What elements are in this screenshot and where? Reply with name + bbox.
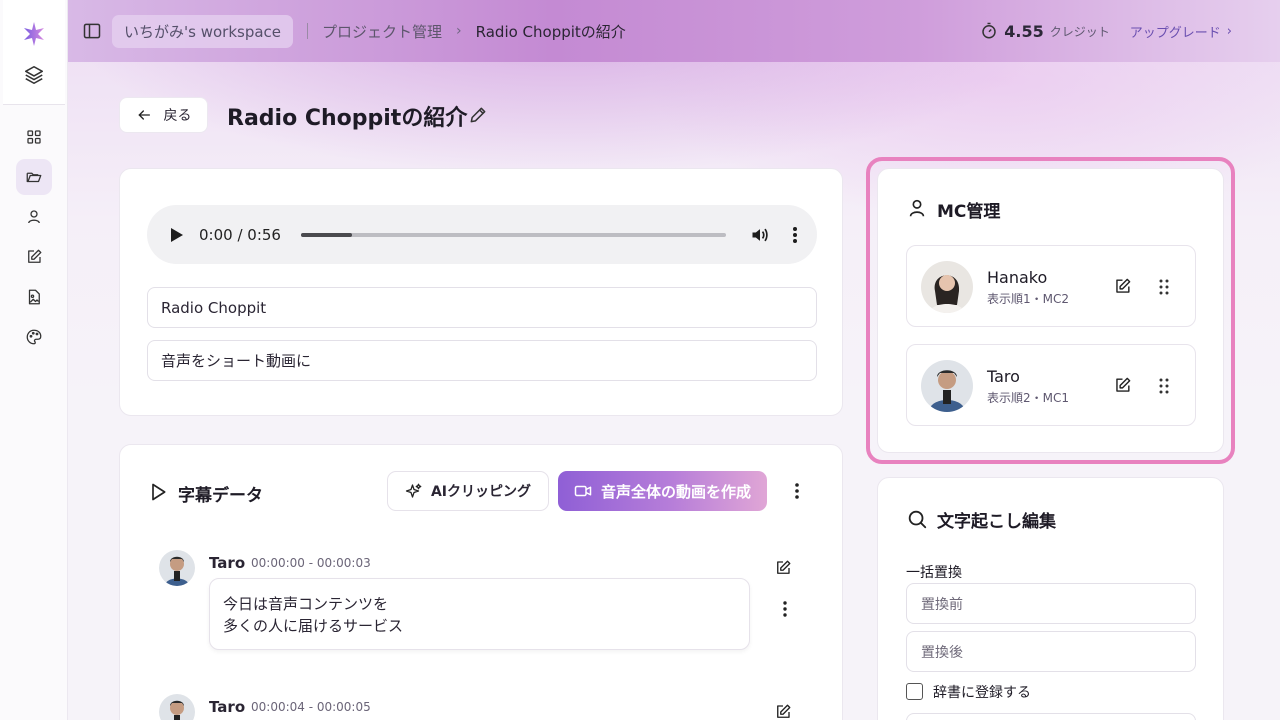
sidebar-item-dashboard[interactable] [16,119,52,155]
sidebar-item-users[interactable] [16,199,52,235]
ai-clipping-button[interactable]: AIクリッピング [387,471,549,511]
logo-icon[interactable] [20,20,48,48]
audio-time: 0:00 / 0:56 [199,225,281,244]
segment-line: 多くの人に届けるサービス [223,617,404,635]
sidebar-item-images[interactable] [16,279,52,315]
avatar [159,694,195,720]
transcript-field[interactable] [906,713,1196,720]
user-icon [27,210,40,224]
taro-avatar-image [159,550,195,586]
sparkles-icon [405,483,422,498]
sidebar-top [2,0,65,105]
create-video-label: 音声全体の動画を作成 [600,482,751,501]
play-outline-icon [152,483,166,501]
upgrade-link[interactable]: アップグレード › [1130,22,1232,41]
sidebar [0,0,68,720]
taro-avatar-image [159,694,195,720]
segment-time: 00:00:04 - 00:00:05 [251,700,371,714]
edit-square-icon [27,249,41,263]
audio-progress-fill [300,232,352,237]
grid-icon [26,130,41,144]
segment-text[interactable]: 今日は音声コンテンツを 多くの人に届けるサービス [209,578,750,650]
play-icon[interactable] [171,227,183,242]
dictionary-checkbox[interactable] [906,683,923,700]
back-button[interactable]: 戻る [119,97,208,133]
subtitles-card: 字幕データ AIクリッピング 音声全体の動画を作成 Taro 00:00:00 … [119,444,843,720]
audio-player[interactable]: 0:00 / 0:56 [147,205,817,264]
breadcrumb-current: Radio Choppitの紹介 [475,22,626,41]
sidebar-item-theme[interactable] [16,319,52,355]
volume-icon[interactable] [750,225,770,245]
description-field[interactable]: 音声をショート動画に [147,340,817,381]
palette-icon [26,329,41,345]
breadcrumb-projects[interactable]: プロジェクト管理 [322,21,442,42]
avatar [159,550,195,586]
audio-card: 0:00 / 0:56 Radio Choppit 音声をショート動画に [119,168,843,416]
segment-time: 00:00:00 - 00:00:03 [251,556,371,570]
credits-value: 4.55 [1004,21,1044,41]
pencil-icon[interactable] [468,105,488,125]
segment-speaker: Taro [209,698,246,716]
video-camera-icon [574,485,592,497]
bulk-replace-label: 一括置換 [906,565,962,581]
channel-name-field[interactable]: Radio Choppit [147,287,817,328]
timer-icon [982,22,997,39]
audio-progress-bar[interactable] [300,232,726,237]
mc-card-highlight [866,157,1235,464]
divider [307,23,309,39]
sidebar-toggle-icon[interactable] [82,21,102,41]
transcript-edit-card: 文字起こし編集 一括置換 置換前 置換後 辞書に登録する [877,477,1224,720]
layers-icon[interactable] [23,64,45,86]
dictionary-checkbox-label: 辞書に登録する [933,685,1031,701]
segment-speaker: Taro [209,554,246,572]
image-file-icon [28,289,40,305]
chevron-right-icon: › [1226,23,1232,39]
subtitles-title: 字幕データ [178,486,263,506]
replace-before-input[interactable]: 置換前 [906,583,1196,624]
page-title: Radio Choppitの紹介 [227,106,468,131]
folder-open-icon [26,172,41,183]
more-vertical-icon[interactable] [790,481,804,501]
transcript-title: 文字起こし編集 [937,512,1056,532]
workspace-chip[interactable]: いちがみ's workspace [112,14,294,48]
credits-label: クレジット [1049,24,1110,39]
edit-icon[interactable] [774,559,792,577]
search-icon [908,510,927,529]
arrow-left-icon [137,110,150,120]
upgrade-label: アップグレード [1129,25,1221,41]
segment-line: 今日は音声コンテンツを [223,595,389,613]
more-vertical-icon[interactable] [779,600,791,618]
more-vertical-icon[interactable] [788,226,802,244]
sidebar-item-edit[interactable] [16,239,52,275]
edit-icon[interactable] [774,703,792,720]
top-header: いちがみ's workspace プロジェクト管理 › Radio Choppi… [68,0,1280,62]
replace-after-input[interactable]: 置換後 [906,631,1196,672]
back-label: 戻る [163,108,192,124]
create-video-button[interactable]: 音声全体の動画を作成 [558,471,767,511]
sidebar-item-projects[interactable] [15,159,52,195]
ai-clipping-label: AIクリッピング [430,484,532,500]
chevron-right-icon: › [456,23,462,39]
